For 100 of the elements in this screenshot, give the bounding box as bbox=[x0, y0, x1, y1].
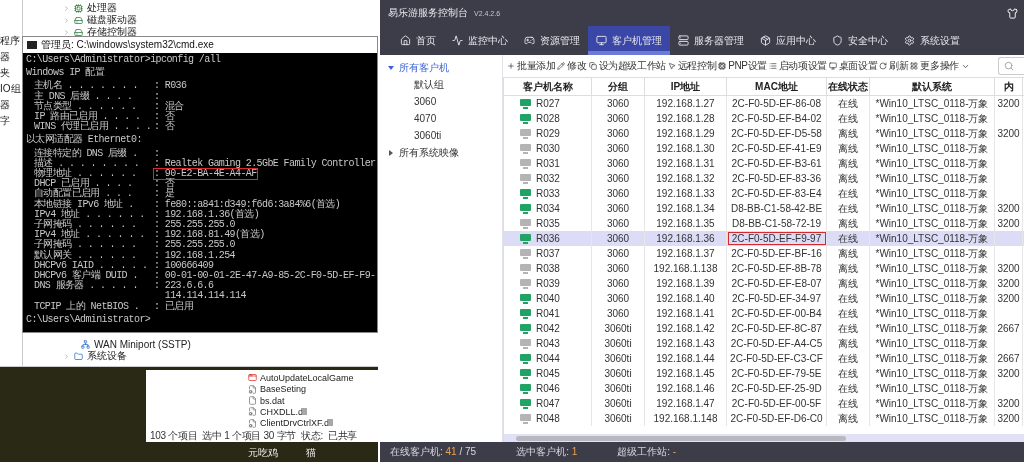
column-header[interactable]: 分组 bbox=[592, 78, 645, 95]
device-tree-item[interactable]: 存储控制器 bbox=[63, 26, 137, 38]
toolbar-button[interactable]: 桌面设置 bbox=[827, 59, 879, 73]
toolbar-button[interactable]: 修改 bbox=[556, 59, 588, 73]
console-value: : 192.168.1.36(首选) bbox=[154, 209, 260, 220]
table-row[interactable]: R038 3060 192.168.1.138 2C-F0-5D-EF-8B-78 离线 *Win10_LTSC_0118-万象 3200 bbox=[504, 261, 1024, 276]
console-value: : 00-01-00-01-2E-47-A9-85-2C-F0-5D-EF-F9- bbox=[154, 271, 376, 282]
table-row[interactable]: R047 3060ti 192.168.1.47 2C-F0-5D-EF-00-5F 在线 *Win10_LTSC_0118-万象 3200 bbox=[504, 396, 1024, 411]
desktop-icon-label[interactable]: 猫 bbox=[306, 446, 316, 460]
nav-tab[interactable]: 首页 bbox=[392, 26, 444, 55]
column-header[interactable]: MAC地址 bbox=[727, 78, 827, 95]
table-row[interactable]: R039 3060 192.168.1.39 2C-F0-5D-EF-E8-07 离线 *Win10_LTSC_0118-万象 3200 bbox=[504, 276, 1024, 291]
table-row[interactable]: R046 3060ti 192.168.1.46 2C-F0-5D-EF-25-9D 在线 *Win10_LTSC_0118-万象 bbox=[504, 381, 1024, 396]
side-pane-item[interactable]: 器 bbox=[0, 98, 22, 112]
nav-tab[interactable]: 服务器管理 bbox=[670, 26, 752, 55]
table-cell: 在线 bbox=[827, 96, 870, 111]
table-cell: 在线 bbox=[827, 111, 870, 126]
file-item[interactable]: bs.dat bbox=[248, 394, 378, 407]
toolbar-button[interactable]: 批量添加 bbox=[506, 59, 557, 73]
side-pane-item[interactable]: 字 bbox=[0, 114, 22, 128]
table-cell: 3060 bbox=[592, 261, 645, 276]
nav-tab[interactable]: 系统设置 bbox=[896, 26, 968, 55]
column-header[interactable]: 默认系统 bbox=[870, 78, 995, 95]
file-item[interactable]: CHXDLL.dll bbox=[248, 406, 378, 418]
side-pane-item[interactable]: 程序 bbox=[0, 34, 22, 48]
toolbar-button[interactable]: 刷新 bbox=[878, 59, 910, 73]
shirt-icon[interactable] bbox=[1007, 7, 1018, 19]
column-header[interactable]: 在线状态 bbox=[827, 78, 870, 95]
toolbar-button[interactable]: 启动项设置 bbox=[767, 59, 828, 73]
column-header[interactable]: 客户机名称 bbox=[504, 78, 592, 95]
side-pane-item[interactable]: IO组 bbox=[0, 82, 22, 96]
search-field[interactable] bbox=[998, 57, 1024, 75]
column-header[interactable]: IP地址 bbox=[645, 78, 727, 95]
table-row[interactable]: R040 3060 192.168.1.40 2C-F0-5D-EF-34-97 在线 *Win10_LTSC_0118-万象 3200 bbox=[504, 291, 1024, 306]
app-icon bbox=[248, 373, 257, 383]
file-icon bbox=[248, 384, 257, 394]
sidebar-item[interactable]: 3060 bbox=[380, 93, 502, 110]
sidebar-item[interactable]: 3060ti bbox=[380, 127, 502, 144]
table-row[interactable]: R036 3060 192.168.1.36 2C-F0-5D-EF-F9-97 在线 *Win10_LTSC_0118-万象 bbox=[504, 231, 1024, 246]
table-cell: 3060ti bbox=[592, 321, 645, 336]
device-tree-item[interactable]: 磁盘驱动器 bbox=[63, 14, 137, 26]
sidebar-item[interactable]: 所有客户机 bbox=[380, 59, 502, 76]
table-row[interactable]: R031 3060 192.168.1.31 2C-F0-5D-EF-B3-61 离线 *Win10_LTSC_0118-万象 bbox=[504, 156, 1024, 171]
file-item[interactable]: BaseSeting bbox=[248, 383, 378, 395]
table-row[interactable]: R048 3060ti 192.168.1.148 2C-F0-5D-EF-D6-C0 离线 *Win10_LTSC_0118-万象 3200 bbox=[504, 411, 1024, 426]
toolbar-button[interactable]: PNP设置 bbox=[717, 59, 768, 73]
toolbar-button[interactable]: 远程控制 bbox=[666, 59, 718, 73]
table-cell: 2C-F0-5D-EF-00-5F bbox=[727, 396, 827, 411]
device-tree-item[interactable]: 系统设备 bbox=[63, 350, 127, 362]
table-row[interactable]: R045 3060ti 192.168.1.45 2C-F0-5D-EF-79-5E 在线 *Win10_LTSC_0118-万象 3200 bbox=[504, 366, 1024, 381]
table-row[interactable]: R030 3060 192.168.1.30 2C-F0-5D-EF-41-E9 离线 *Win10_LTSC_0118-万象 bbox=[504, 141, 1024, 156]
console-value: : bbox=[154, 148, 160, 159]
table-cell: 3200 bbox=[995, 201, 1023, 216]
desktop-icon-label[interactable]: 元吃鸡 bbox=[248, 446, 278, 460]
nav-tab[interactable]: 监控中心 bbox=[444, 26, 516, 55]
nav-tab[interactable]: 安全中心 bbox=[824, 26, 896, 55]
table-cell: 192.168.1.41 bbox=[645, 306, 727, 321]
console-label: IPv4 地址 . . . . . . bbox=[34, 209, 146, 220]
nav-tab[interactable]: 应用中心 bbox=[752, 26, 824, 55]
device-tree-item[interactable]: WAN Miniport (SSTP) bbox=[63, 338, 191, 350]
table-row[interactable]: R028 3060 192.168.1.28 2C-F0-5D-EF-B4-02 在线 *Win10_LTSC_0118-万象 bbox=[504, 111, 1024, 126]
console-line: C:\Users\Administrator> bbox=[26, 314, 152, 326]
table-cell: 192.168.1.30 bbox=[645, 141, 727, 156]
file-item[interactable]: AutoUpdateLocalGame bbox=[248, 372, 378, 384]
toolbar-button[interactable]: 更多操作 bbox=[909, 59, 971, 73]
column-header[interactable]: 内 bbox=[995, 78, 1023, 95]
client-name: R043 bbox=[536, 338, 560, 349]
table-cell: *Win10_LTSC_0118-万象 bbox=[870, 321, 995, 336]
nav-tab[interactable]: 资源管理 bbox=[516, 26, 588, 55]
toolbar-button[interactable]: 设为超级工作站 bbox=[587, 59, 667, 73]
sidebar-item[interactable]: 所有系统映像 bbox=[380, 144, 502, 161]
console-value: : 192.168.1.254 bbox=[154, 250, 235, 261]
table-row[interactable]: R027 3060 192.168.1.27 2C-F0-5D-EF-86-08 在线 *Win10_LTSC_0118-万象 3200 bbox=[504, 96, 1024, 111]
table-cell: 192.168.1.34 bbox=[645, 201, 727, 216]
table-row[interactable]: R029 3060 192.168.1.29 2C-F0-5D-EF-D5-58 离线 *Win10_LTSC_0118-万象 3200 bbox=[504, 126, 1024, 141]
table-row[interactable]: R034 3060 192.168.1.34 D8-BB-C1-58-42-BE 在线 *Win10_LTSC_0118-万象 3200 bbox=[504, 201, 1024, 216]
table-cell: 192.168.1.44 bbox=[645, 351, 727, 366]
table-cell: 3060 bbox=[592, 126, 645, 141]
pencil-icon bbox=[557, 62, 566, 70]
side-pane-item[interactable]: 器 bbox=[0, 50, 22, 64]
table-row[interactable]: R032 3060 192.168.1.32 2C-F0-5D-EF-83-36 离线 *Win10_LTSC_0118-万象 bbox=[504, 171, 1024, 186]
sidebar-item[interactable]: 4070 bbox=[380, 110, 502, 127]
table-row[interactable]: R037 3060 192.168.1.37 2C-F0-5D-EF-BF-16 离线 *Win10_LTSC_0118-万象 bbox=[504, 246, 1024, 261]
table-row[interactable]: R044 3060ti 192.168.1.44 2C-F0-5D-EF-C3-CF 在线 *Win10_LTSC_0118-万象 2667 bbox=[504, 351, 1024, 366]
nav-tab[interactable]: 客户机管理 bbox=[588, 26, 670, 55]
table-row[interactable]: R043 3060ti 192.168.1.43 2C-F0-5D-EF-A4-C5 离线 *Win10_LTSC_0118-万象 bbox=[504, 336, 1024, 351]
table-cell: 2C-F0-5D-EF-34-97 bbox=[727, 291, 827, 306]
file-item[interactable]: ClientDrvCtrlXF.dll bbox=[248, 417, 378, 429]
table-cell: 2667 bbox=[995, 351, 1023, 366]
device-tree-item[interactable]: 处理器 bbox=[63, 2, 117, 14]
sidebar-item[interactable]: 默认组 bbox=[380, 76, 502, 93]
table-row[interactable]: R041 3060 192.168.1.41 2C-F0-5D-EF-00-B4 在线 *Win10_LTSC_0118-万象 bbox=[504, 306, 1024, 321]
table-row[interactable]: R033 3060 192.168.1.33 2C-F0-5D-EF-83-E4 在线 *Win10_LTSC_0118-万象 bbox=[504, 186, 1024, 201]
table-row[interactable]: R042 3060ti 192.168.1.42 2C-F0-5D-EF-8C-87 在线 *Win10_LTSC_0118-万象 2667 bbox=[504, 321, 1024, 336]
table-cell: 3060 bbox=[592, 171, 645, 186]
console-value: : 是 bbox=[154, 189, 175, 200]
activity-icon bbox=[452, 35, 463, 46]
side-pane-item[interactable]: 夹 bbox=[0, 66, 22, 80]
horizontal-scrollbar[interactable] bbox=[504, 434, 1024, 442]
console-value: : 100666409 bbox=[154, 260, 214, 271]
